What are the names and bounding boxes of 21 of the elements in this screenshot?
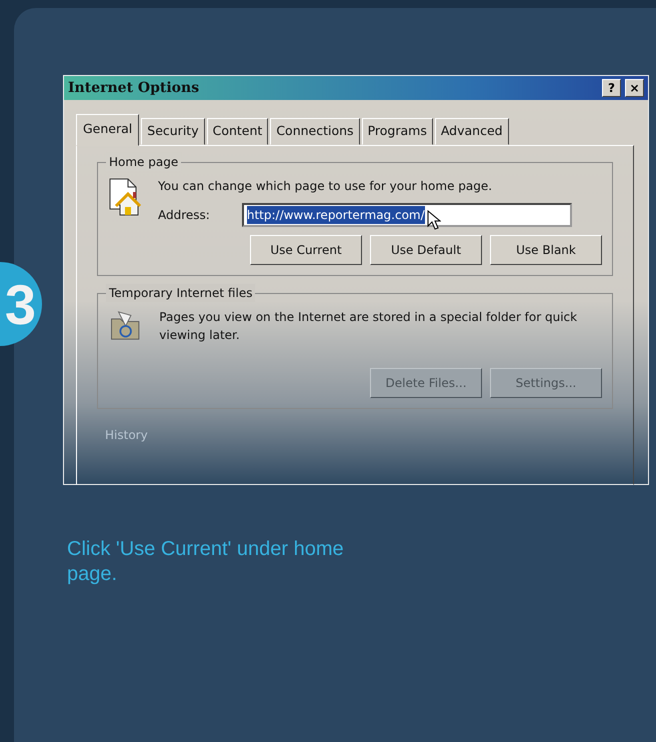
description-text: Pages you view on the Internet are stored in a special folder for quick viewing later.	[159, 308, 578, 344]
tab[interactable]: Security	[141, 118, 205, 145]
home-page-icon	[108, 176, 142, 217]
tab[interactable]: Content	[206, 118, 268, 145]
caption-text: Click 'Use Current' under home page.	[67, 537, 345, 587]
dialog-button[interactable]: Use Current	[250, 234, 362, 265]
tab[interactable]: Advanced	[434, 118, 509, 145]
window-title: Internet Options	[68, 80, 200, 96]
group-label: Temporary Internet files	[106, 284, 256, 302]
tab[interactable]: General	[76, 114, 140, 146]
dialog-button[interactable]: Use Default	[370, 234, 482, 265]
tab[interactable]: Programs	[362, 118, 433, 145]
tab[interactable]: Connections	[270, 118, 360, 145]
dialog-button[interactable]: Use Blank	[490, 234, 602, 265]
description-text: You can change which page to use for your home page.	[158, 178, 494, 195]
address-field[interactable]: http://www.reportermag.com/	[242, 202, 572, 227]
close-button[interactable]: ×	[625, 79, 644, 97]
help-button[interactable]: ?	[602, 79, 621, 97]
mouse-cursor-icon	[426, 210, 441, 230]
address-label: Address:	[158, 206, 210, 224]
group-label: History	[104, 426, 149, 444]
